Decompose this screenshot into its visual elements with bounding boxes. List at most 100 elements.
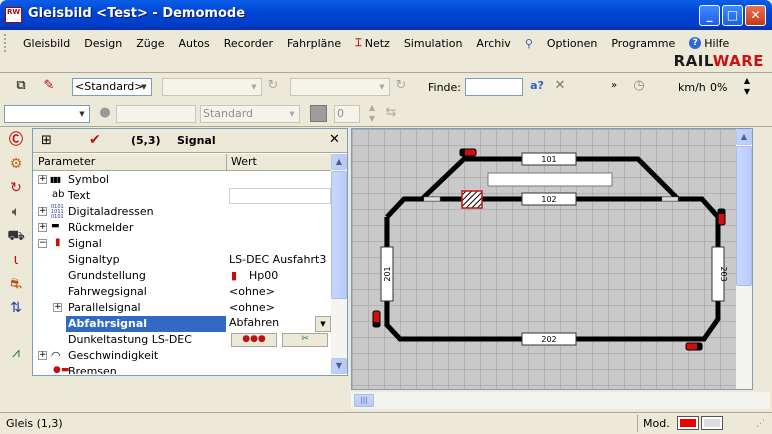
block-201[interactable]: 201	[380, 246, 394, 302]
scroll-thumb[interactable]	[736, 146, 752, 286]
signal-bottom-right[interactable]	[685, 342, 703, 351]
gear-icon[interactable]: ⚙	[5, 153, 27, 175]
color-dots-button[interactable]: ●●●	[231, 333, 277, 347]
row-label: Digitaladressen	[68, 205, 154, 218]
block-label-102: 102	[541, 195, 556, 204]
table-row[interactable]: + ▮▮▮ Symbol	[33, 172, 331, 188]
panel-title: Signal	[177, 134, 216, 147]
scroll-up-button[interactable]: ▲	[331, 154, 347, 170]
signal-icon[interactable]: ɩ	[5, 249, 27, 271]
expand-icon[interactable]: +	[38, 351, 47, 360]
canvas-vscroll[interactable]: ▲	[736, 129, 752, 389]
collapse-icon[interactable]: −	[38, 239, 47, 248]
row-label: Abfahrsignal	[66, 316, 226, 332]
text-box[interactable]	[487, 172, 613, 187]
chart-icon[interactable]: ⩘	[5, 342, 27, 364]
table-row[interactable]: + ▬ Rückmelder	[33, 220, 331, 236]
menu-simulation[interactable]: Simulation	[397, 37, 470, 50]
menu-autos[interactable]: Autos	[171, 37, 216, 50]
speed-spinner[interactable]: ▲ ▼	[738, 75, 756, 97]
track-diagram[interactable]: 101 102 201 202 203	[352, 129, 753, 390]
table-row[interactable]: + ◠ Geschwindigkeit	[33, 348, 331, 364]
menu-programme[interactable]: Programme	[604, 37, 682, 50]
signal-right[interactable]	[717, 208, 726, 226]
minimize-button[interactable]: _	[699, 5, 720, 26]
scroll-thumb[interactable]	[331, 171, 347, 299]
train-c-icon[interactable]: Ⓒ	[5, 129, 27, 151]
clear-search-icon[interactable]: ✕	[551, 77, 569, 95]
expand-icon[interactable]: +	[38, 223, 47, 232]
turnout-marker-right	[661, 196, 679, 202]
clock-icon[interactable]: ◷	[630, 77, 648, 95]
panel-scrollbar[interactable]: ▲ ▼	[331, 154, 347, 374]
mode-combo[interactable]: ▼	[4, 105, 90, 123]
train-icon[interactable]: ⛟	[5, 225, 27, 247]
row-value[interactable]: <ohne>	[229, 285, 331, 300]
crane-icon[interactable]: ⛐	[5, 273, 27, 295]
menu-archiv[interactable]: Archiv	[469, 37, 517, 50]
scroll-up-button[interactable]: ▲	[736, 129, 752, 145]
find-input[interactable]	[465, 78, 523, 96]
expand-icon[interactable]: +	[38, 175, 47, 184]
table-row[interactable]: ab Text	[33, 188, 331, 204]
maximize-button[interactable]: □	[722, 5, 743, 26]
table-row[interactable]: Fahrwegsignal <ohne>	[33, 284, 331, 300]
resize-grip-icon[interactable]: ⋰	[756, 419, 765, 429]
row-label: Symbol	[68, 173, 109, 186]
text-value-input[interactable]	[229, 188, 331, 204]
mode-indicator-red[interactable]	[677, 416, 699, 430]
scroll-down-button[interactable]: ▼	[331, 358, 347, 374]
network-icon: ⌶	[355, 36, 362, 49]
route-icon[interactable]: ↻	[5, 177, 27, 199]
status-mode-label: Mod.	[643, 417, 670, 430]
track-layout-canvas[interactable]: 101 102 201 202 203 ▲	[351, 128, 753, 390]
checkmark-icon[interactable]: ✔	[89, 132, 101, 148]
table-row[interactable]: Dunkeltastung LS-DEC ●●● ✂	[33, 332, 331, 348]
speaker-icon[interactable]: 🔈︎	[5, 201, 27, 223]
menu-design[interactable]: Design	[77, 37, 129, 50]
close-button[interactable]: ✕	[745, 5, 766, 26]
copy-icon[interactable]: ⧉	[12, 77, 30, 95]
table-row[interactable]: + Parallelsignal <ohne>	[33, 300, 331, 316]
menu-netz[interactable]: ⌶ Netz	[348, 36, 397, 50]
menu-fahrplaene[interactable]: Fahrpläne	[280, 37, 348, 50]
overflow-chevron-icon[interactable]: »	[605, 77, 623, 95]
expand-icon[interactable]: +	[38, 207, 47, 216]
sort-az-icon[interactable]: a?	[528, 77, 546, 95]
signal-top-left[interactable]	[459, 148, 477, 157]
turnout-marker-left	[423, 196, 441, 202]
table-row[interactable]: ●▬ Bremsen	[33, 364, 331, 374]
menu-hilfe[interactable]: ? Hilfe	[682, 37, 736, 50]
menu-optionen[interactable]: Optionen	[540, 37, 604, 50]
signal-left[interactable]	[372, 310, 381, 328]
hscroll-thumb[interactable]: |||	[354, 394, 374, 407]
menu-gleisbild[interactable]: Gleisbild	[16, 37, 77, 50]
table-row[interactable]: Grundstellung ▮ Hp00	[33, 268, 331, 284]
table-row[interactable]: − ▮ Signal	[33, 236, 331, 252]
sound-wave-icon[interactable]: ⇅	[5, 297, 27, 319]
grid-icon[interactable]: ⊞	[41, 133, 52, 148]
check-edit-icon[interactable]: ✎	[40, 77, 58, 95]
row-label: Grundstellung	[68, 269, 146, 282]
search-icon[interactable]: ⚲	[518, 37, 540, 50]
block-102[interactable]: 102	[521, 192, 577, 206]
table-row[interactable]: Signaltyp LS-DEC Ausfahrt3	[33, 252, 331, 268]
canvas-hscroll[interactable]: |||	[351, 392, 770, 409]
table-row-selected[interactable]: Abfahrsignal Abfahren ▼	[33, 316, 331, 332]
row-value[interactable]: LS-DEC Ausfahrt3	[229, 253, 331, 268]
mode-indicator-gray[interactable]	[701, 416, 723, 430]
block-202[interactable]: 202	[521, 332, 577, 346]
block-101[interactable]: 101	[521, 152, 577, 166]
table-row[interactable]: + 0101 1011 0101 Digitaladressen	[33, 204, 331, 220]
menu-zuege[interactable]: Züge	[129, 37, 171, 50]
window-title: Gleisbild <Test> - Demomode	[28, 6, 246, 21]
table-header: Parameter Wert	[33, 154, 331, 171]
row-value[interactable]: <ohne>	[229, 301, 331, 316]
menu-recorder[interactable]: Recorder	[217, 37, 280, 50]
expand-icon[interactable]: +	[53, 303, 62, 312]
tool-button[interactable]: ✂	[282, 333, 328, 347]
chevron-down-icon[interactable]: ▼	[315, 316, 331, 332]
view-combo[interactable]: <Standard> ▼	[72, 78, 152, 96]
selected-cell[interactable]	[461, 190, 483, 209]
panel-close-icon[interactable]: ✕	[329, 132, 340, 147]
